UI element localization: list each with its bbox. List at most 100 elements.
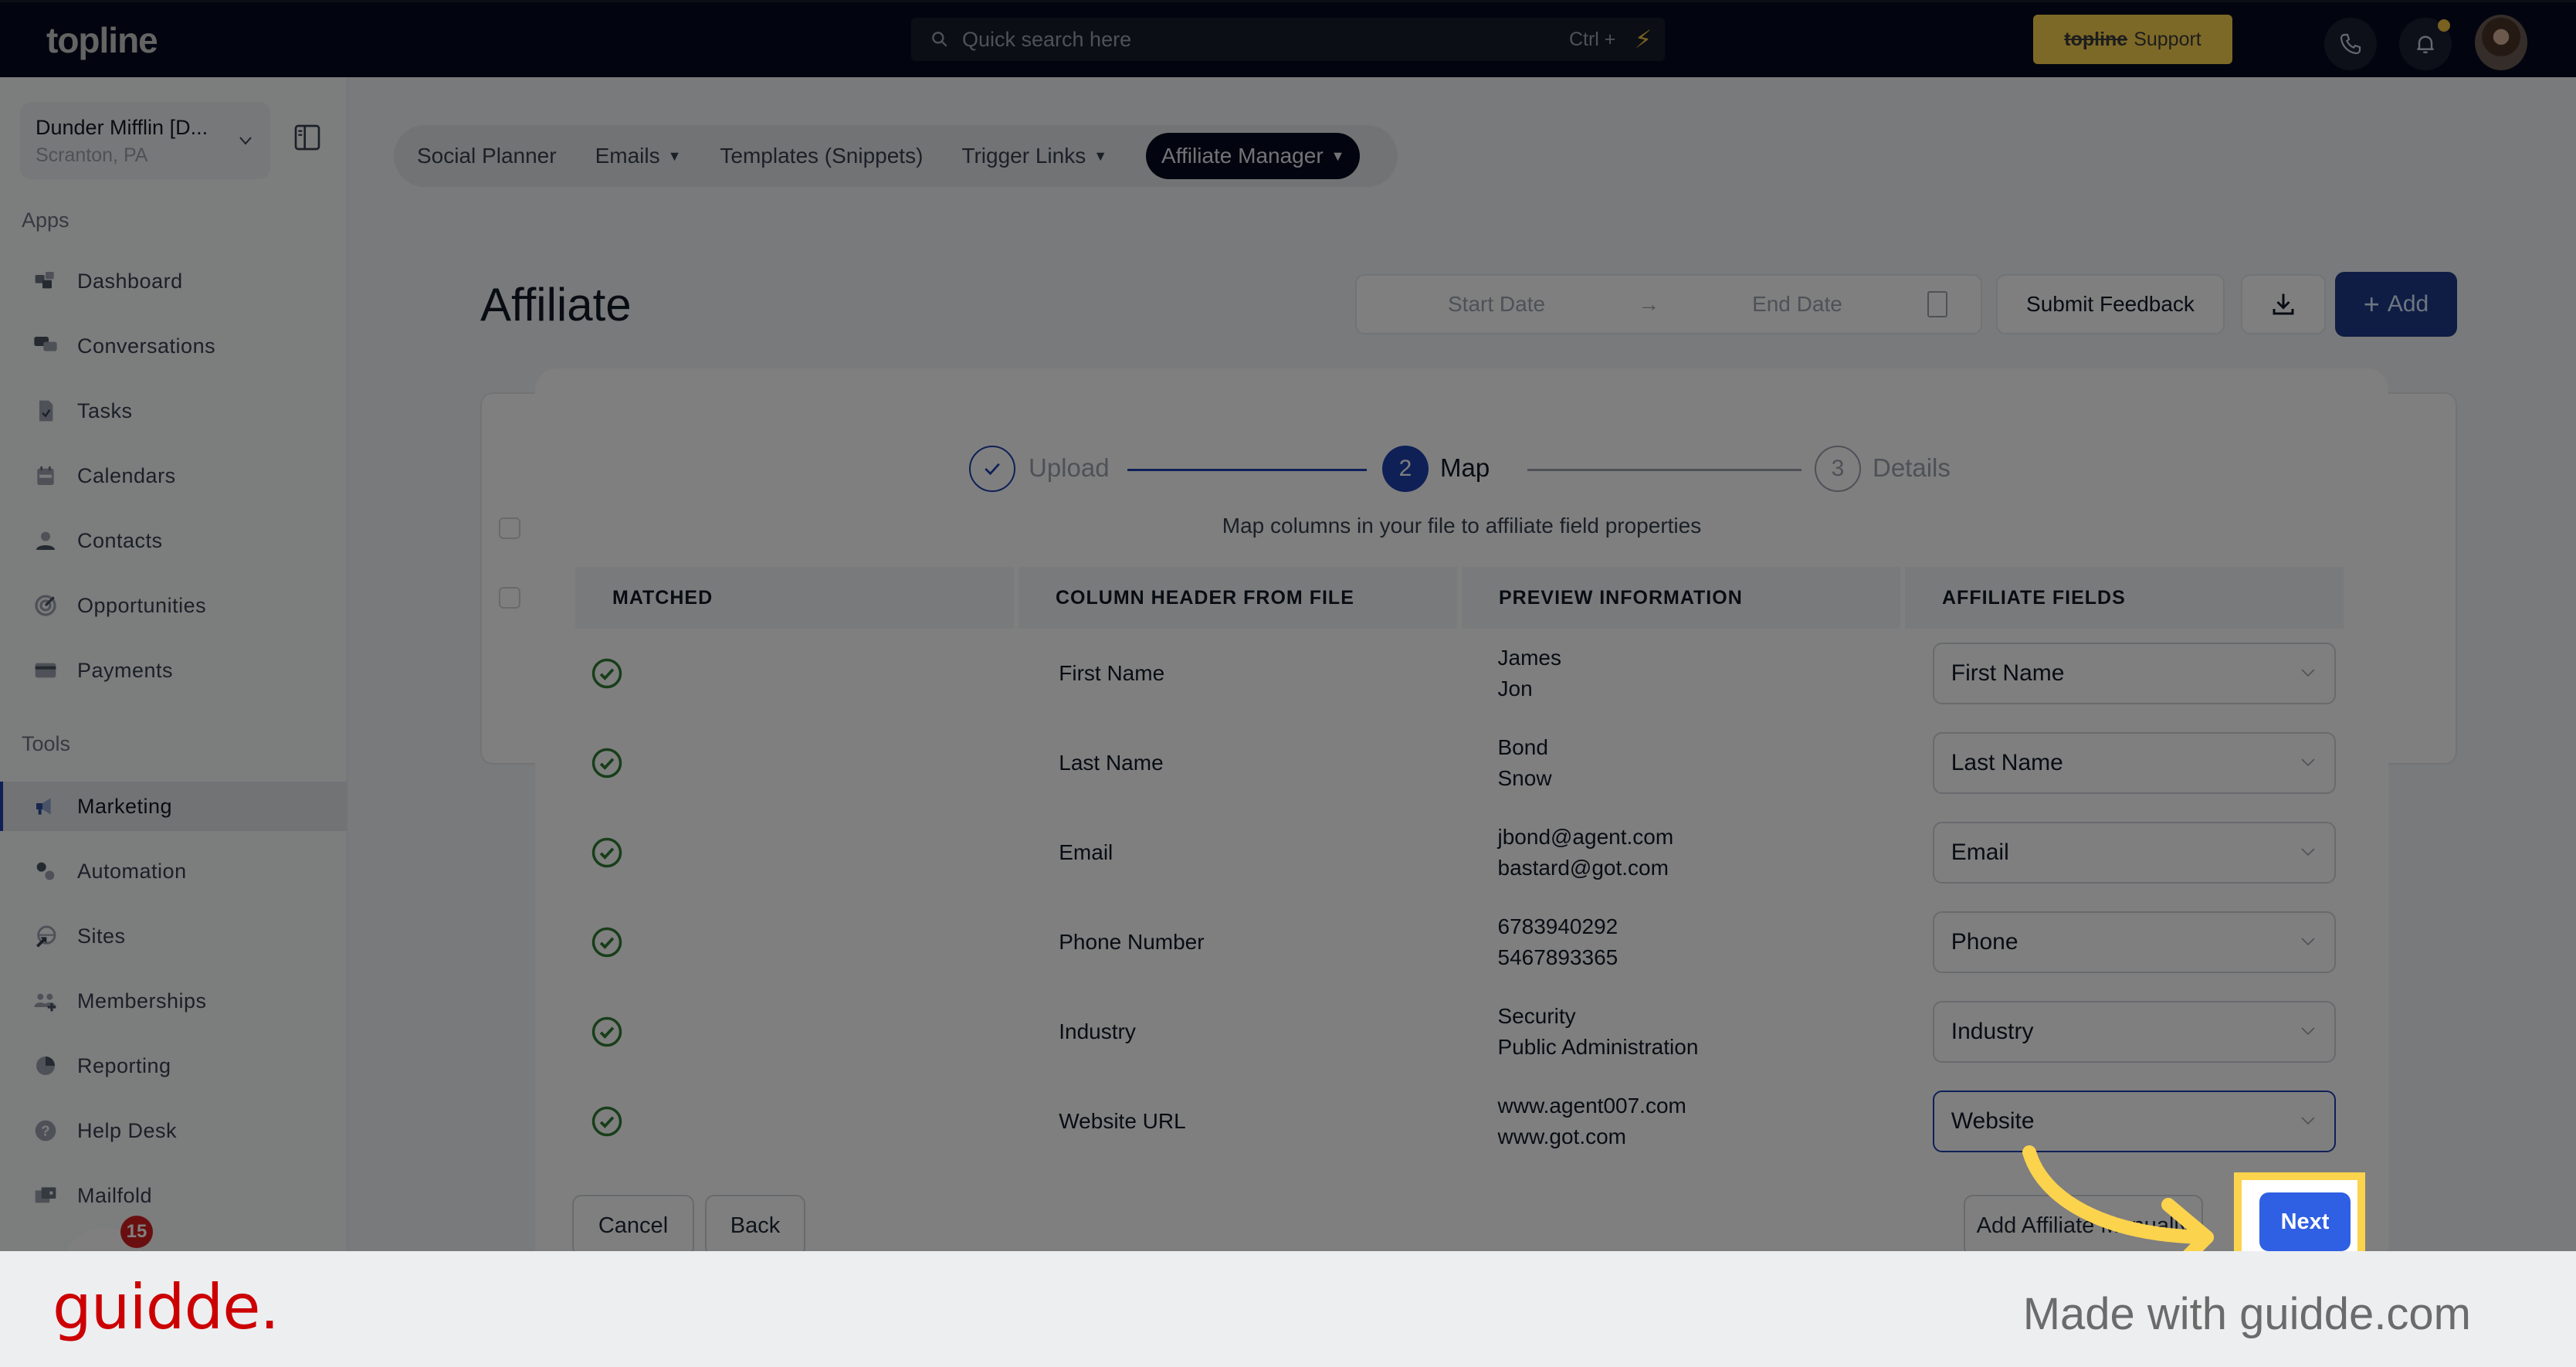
affiliate-field-select[interactable]: Last Name bbox=[1932, 732, 2336, 794]
file-column-header: First Name bbox=[1059, 661, 1165, 685]
sidebar-item-help-desk[interactable]: ? Help Desk bbox=[0, 1106, 347, 1155]
tab-templates-snippets[interactable]: Templates (Snippets) bbox=[720, 144, 923, 168]
sidebar-item-label: Conversations bbox=[77, 334, 216, 358]
download-button[interactable] bbox=[2241, 274, 2326, 334]
add-affiliate-button[interactable]: + Add bbox=[2335, 272, 2457, 337]
question-icon: ? bbox=[31, 1118, 60, 1143]
sidebar-item-dashboard[interactable]: Dashboard bbox=[0, 256, 347, 306]
table-header: MATCHED COLUMN HEADER FROM FILE PREVIEW … bbox=[575, 567, 2344, 629]
support-brand: topline bbox=[2064, 28, 2128, 50]
person-icon bbox=[31, 528, 60, 553]
sidebar-item-label: Memberships bbox=[77, 989, 207, 1013]
sidebar-item-label: Mailfold bbox=[77, 1183, 153, 1207]
gears-icon bbox=[31, 859, 60, 884]
chevron-down-icon: ▼ bbox=[1330, 148, 1345, 164]
matched-cell bbox=[575, 897, 1002, 987]
tab-emails[interactable]: Emails ▼ bbox=[595, 144, 682, 168]
import-affiliates-modal: Upload 2 Map 3 Details Map columns in yo… bbox=[535, 368, 2388, 1264]
sidebar-item-payments[interactable]: Payments bbox=[0, 646, 347, 695]
notifications-button[interactable] bbox=[2399, 18, 2452, 70]
sidebar-item-contacts[interactable]: Contacts bbox=[0, 516, 347, 565]
step-map-label: Map bbox=[1440, 453, 1490, 482]
chevron-down-icon bbox=[2301, 848, 2315, 856]
sidebar-item-tasks[interactable]: Tasks bbox=[0, 386, 347, 436]
phone-button[interactable] bbox=[2324, 18, 2377, 70]
support-button[interactable]: topline Support bbox=[2033, 15, 2232, 64]
header-preview-information: PREVIEW INFORMATION bbox=[1462, 567, 1900, 629]
chevron-down-icon bbox=[2301, 669, 2315, 677]
matched-cell bbox=[575, 1077, 1002, 1166]
date-range-picker[interactable]: Start Date → End Date bbox=[1355, 274, 1982, 334]
sidebar-item-conversations[interactable]: Conversations bbox=[0, 321, 347, 371]
preview-cell: 6783940292 5467893365 bbox=[1475, 897, 1909, 987]
step-details-label: Details bbox=[1873, 453, 1951, 482]
tab-label: Affiliate Manager bbox=[1161, 144, 1324, 168]
quick-search-input[interactable]: Quick search here Ctrl + K bbox=[911, 18, 1652, 61]
sidebar-item-label: Marketing bbox=[77, 794, 173, 818]
svg-text:?: ? bbox=[41, 1123, 49, 1139]
guidde-footer: guidde. Made with guidde.com bbox=[0, 1251, 2576, 1367]
phone-icon bbox=[2340, 33, 2361, 55]
sidebar-item-opportunities[interactable]: Opportunities bbox=[0, 581, 347, 630]
tab-affiliate-manager[interactable]: Affiliate Manager ▼ bbox=[1146, 133, 1361, 179]
sidebar-item-label: Tasks bbox=[77, 399, 133, 422]
sidebar-item-calendars[interactable]: Calendars bbox=[0, 451, 347, 500]
submit-feedback-button[interactable]: Submit Feedback bbox=[1996, 274, 2225, 334]
tab-label: Trigger Links bbox=[961, 144, 1086, 168]
pie-chart-icon bbox=[31, 1053, 60, 1078]
sidebar-item-label: Calendars bbox=[77, 463, 176, 487]
preview-value: jbond@agent.com bbox=[1497, 825, 1674, 849]
file-column-header: Last Name bbox=[1059, 751, 1164, 775]
affiliate-field-select[interactable]: First Name bbox=[1932, 643, 2336, 704]
add-affiliate-manually-button[interactable]: Add Affiliate Manually bbox=[1964, 1195, 2203, 1257]
cancel-button[interactable]: Cancel bbox=[572, 1195, 694, 1257]
modal-subtitle: Map columns in your file to affiliate fi… bbox=[1222, 514, 1702, 538]
step-upload-label: Upload bbox=[1029, 453, 1110, 482]
row-checkbox[interactable] bbox=[499, 517, 520, 539]
preview-value: 5467893365 bbox=[1497, 945, 1618, 969]
matched-cell bbox=[575, 808, 1002, 897]
affiliate-field-select[interactable]: Website bbox=[1932, 1091, 2336, 1152]
chevron-down-icon bbox=[2301, 938, 2315, 946]
sidebar-item-reporting[interactable]: Reporting bbox=[0, 1041, 347, 1091]
affiliate-field-select[interactable]: Phone bbox=[1932, 911, 2336, 973]
row-checkbox[interactable] bbox=[499, 587, 520, 609]
sidebar-item-sites[interactable]: Sites bbox=[0, 911, 347, 961]
sidebar-item-label: Contacts bbox=[77, 528, 163, 552]
tab-trigger-links[interactable]: Trigger Links ▼ bbox=[961, 144, 1107, 168]
selected-field: Industry bbox=[1951, 1019, 2034, 1044]
file-column-header: Website URL bbox=[1059, 1109, 1186, 1133]
sidebar-item-mailfold[interactable]: Mailfold bbox=[0, 1171, 347, 1220]
tab-label: Templates (Snippets) bbox=[720, 144, 924, 168]
sidebar-item-automation[interactable]: Automation bbox=[0, 846, 347, 896]
sidebar-item-label: Sites bbox=[77, 924, 126, 948]
preview-value: bastard@got.com bbox=[1497, 856, 1669, 880]
back-button[interactable]: Back bbox=[705, 1195, 805, 1257]
preview-value: Jon bbox=[1497, 677, 1533, 700]
next-button[interactable]: Next bbox=[2259, 1192, 2351, 1251]
affiliate-field-select[interactable]: Email bbox=[1932, 822, 2336, 884]
sidebar-item-memberships[interactable]: Memberships bbox=[0, 976, 347, 1026]
sidebar-item-marketing[interactable]: Marketing bbox=[0, 782, 347, 831]
table-row: Website URL www.agent007.com www.got.com We… bbox=[575, 1077, 2344, 1166]
selected-field: Phone bbox=[1951, 929, 2018, 955]
workspace-switcher[interactable]: Dunder Mifflin [D... Scranton, PA bbox=[20, 102, 270, 179]
app-logo[interactable]: topline bbox=[46, 19, 158, 61]
bell-icon bbox=[2417, 36, 2434, 53]
file-column-header: Industry bbox=[1059, 1019, 1136, 1043]
tab-social-planner[interactable]: Social Planner bbox=[417, 144, 557, 168]
workspace-name: Dunder Mifflin [D... bbox=[36, 116, 208, 139]
chevron-down-icon: ▼ bbox=[1093, 148, 1108, 164]
sidebar-item-label: Payments bbox=[77, 658, 174, 682]
calendar-icon bbox=[31, 463, 60, 488]
sidebar-item-label: Reporting bbox=[77, 1053, 171, 1077]
step-details-upcoming: 3 bbox=[1815, 446, 1861, 492]
sidebar-toggle-icon[interactable] bbox=[292, 122, 323, 153]
table-row: Phone Number 6783940292 5467893365 Phone bbox=[575, 897, 2344, 987]
quick-action-button[interactable]: ⚡ bbox=[1622, 18, 1665, 61]
preview-cell: James Jon bbox=[1475, 629, 1909, 718]
affiliate-field-select[interactable]: Industry bbox=[1932, 1001, 2336, 1063]
user-avatar[interactable] bbox=[2475, 15, 2527, 70]
matched-cell bbox=[575, 987, 1002, 1077]
chat-badge: 15 bbox=[120, 1216, 153, 1248]
